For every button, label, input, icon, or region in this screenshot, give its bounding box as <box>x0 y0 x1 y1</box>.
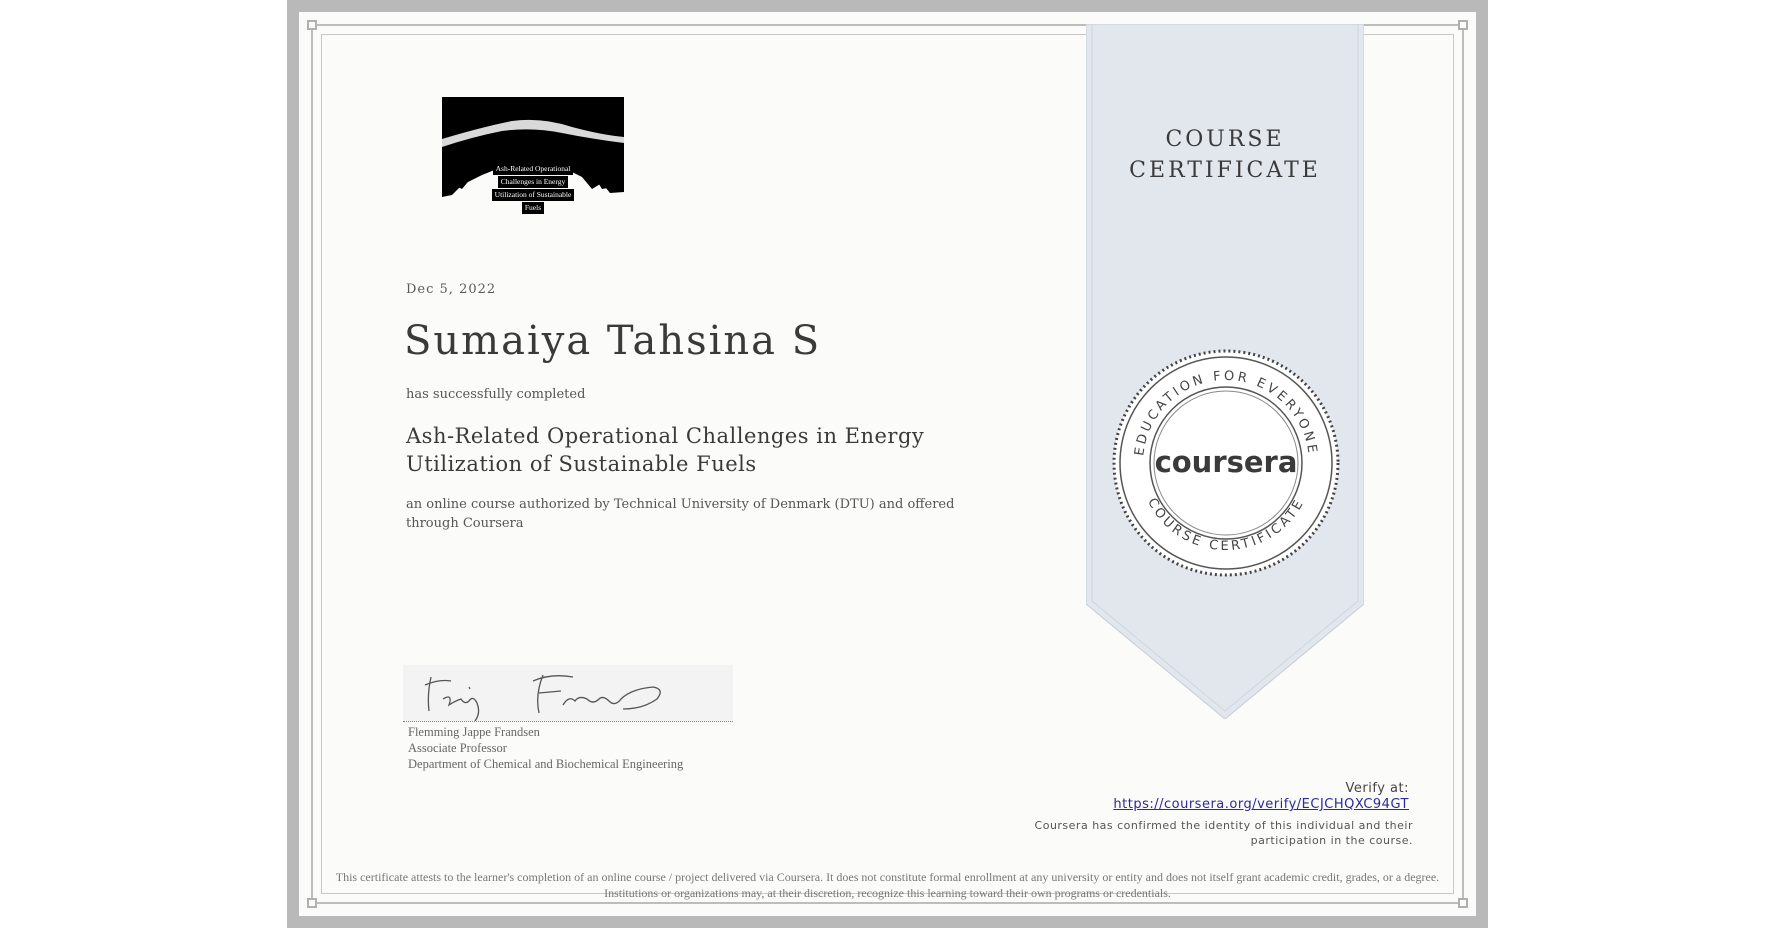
logo-line: Fuels <box>521 202 545 214</box>
verify-block: Verify at: https://coursera.org/verify/E… <box>1113 781 1409 813</box>
verify-label: Verify at: <box>1345 781 1409 796</box>
corner-ornament <box>307 898 317 908</box>
coursera-seal: EDUCATION FOR EVERYONE COURSE CERTIFICAT… <box>1112 349 1340 577</box>
signature-scribble <box>424 674 661 722</box>
certificate-paper: Ash-Related Operational Challenges in En… <box>299 12 1476 916</box>
ribbon-line: CERTIFICATE <box>1129 158 1321 183</box>
signatory-name: Flemming Jappe Frandsen <box>408 725 540 739</box>
corner-ornament <box>1458 898 1468 908</box>
issue-date: Dec 5, 2022 <box>406 282 497 297</box>
logo-line: Challenges in Energy <box>497 176 569 188</box>
disclaimer-text: This certificate attests to the learner'… <box>335 870 1440 900</box>
recipient-name: Sumaiya Tahsina S <box>404 318 822 364</box>
signatory-department: Department of Chemical and Biochemical E… <box>408 757 684 771</box>
corner-ornament <box>1458 20 1468 30</box>
corner-ornament <box>307 20 317 30</box>
logo-line: Ash-Related Operational <box>492 163 574 175</box>
course-title: Ash-Related Operational Challenges in En… <box>406 424 925 476</box>
authorization-text: an online course authorized by Technical… <box>406 497 955 531</box>
course-logo-text: Ash-Related Operational Challenges in En… <box>442 163 624 215</box>
signatory-block: Flemming Jappe Frandsen Associate Profes… <box>408 724 683 772</box>
ribbon-title: COURSE CERTIFICATE <box>1086 124 1364 186</box>
identity-confirmation: Coursera has confirmed the identity of t… <box>1034 819 1413 847</box>
signature-image <box>403 665 733 722</box>
coursera-logo-text: coursera <box>1155 445 1298 479</box>
course-logo: Ash-Related Operational Challenges in En… <box>442 97 624 227</box>
certificate-frame: Ash-Related Operational Challenges in En… <box>287 0 1488 928</box>
logo-line: Utilization of Sustainable <box>491 189 575 201</box>
signatory-title: Associate Professor <box>408 741 507 755</box>
completed-text: has successfully completed <box>406 387 586 402</box>
verify-link[interactable]: https://coursera.org/verify/ECJCHQXC94GT <box>1113 797 1409 812</box>
ribbon-line: COURSE <box>1165 127 1285 152</box>
